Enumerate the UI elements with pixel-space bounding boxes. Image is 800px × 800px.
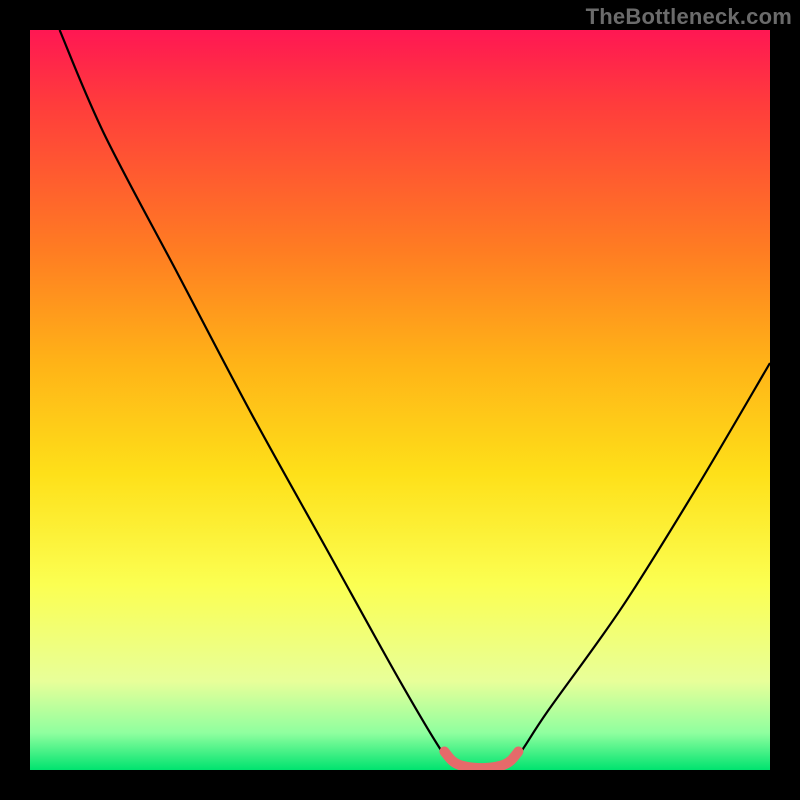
watermark-label: TheBottleneck.com	[586, 4, 792, 30]
curve-svg	[30, 30, 770, 770]
optimal-zone-marker	[444, 752, 518, 769]
chart-container: TheBottleneck.com	[0, 0, 800, 800]
plot-area	[30, 30, 770, 770]
bottleneck-curve	[60, 30, 770, 770]
